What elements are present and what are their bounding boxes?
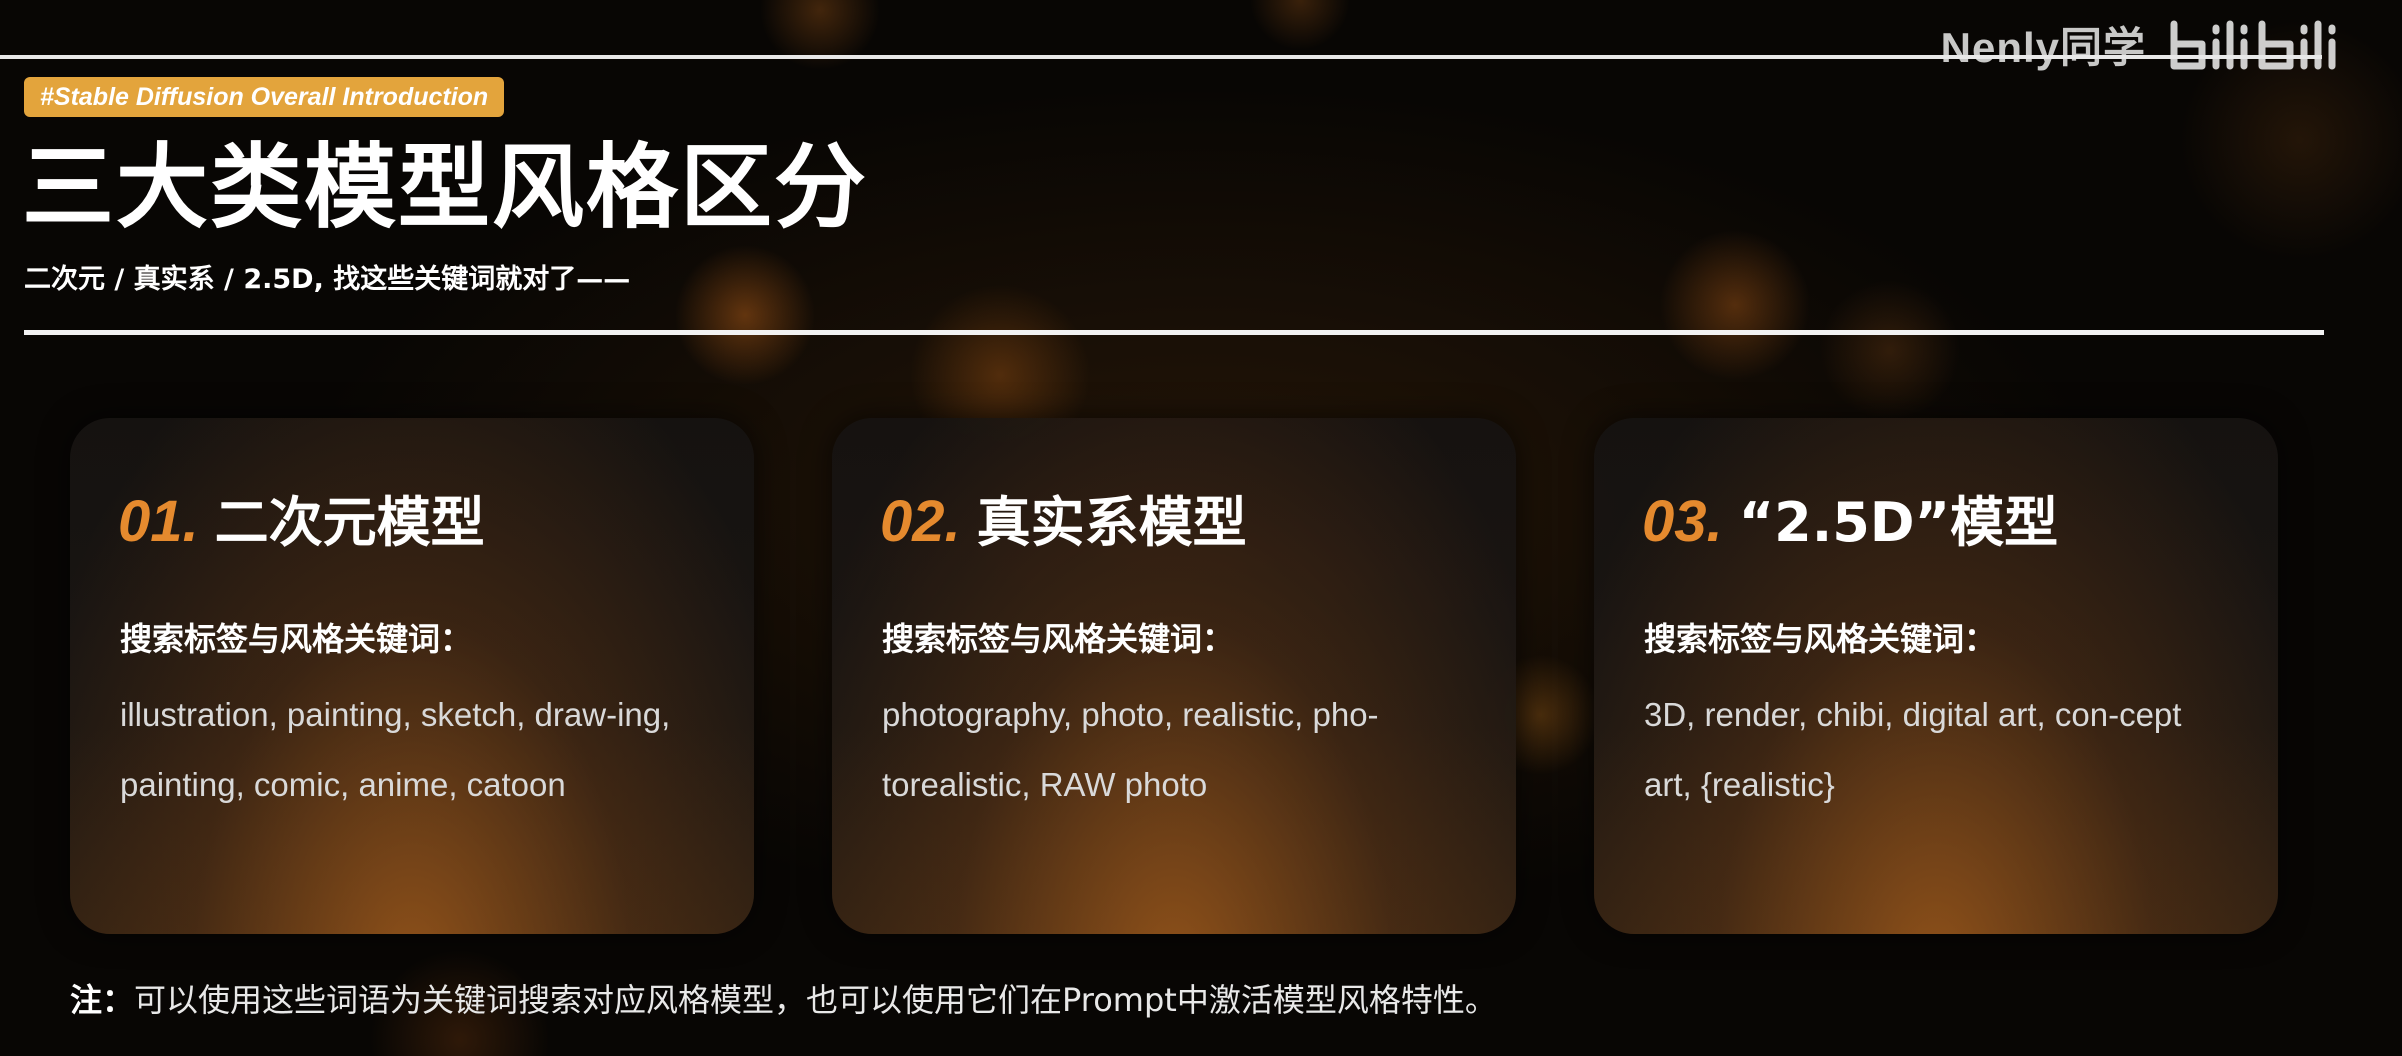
top-divider (0, 55, 2322, 59)
card-anime-model: 01. 二次元模型 搜索标签与风格关键词： illustration, pain… (70, 418, 754, 934)
card-header: 03. “2.5D”模型 (1642, 478, 2058, 557)
card-number: 02. (880, 489, 961, 554)
card-title: 真实系模型 (976, 491, 1247, 554)
slide-subtitle: 二次元 / 真实系 / 2.5D, 找这些关键词就对了—— (24, 264, 631, 295)
watermark: Nenly同学 (1941, 14, 2354, 75)
model-cards: 01. 二次元模型 搜索标签与风格关键词： illustration, pain… (70, 418, 2278, 934)
card-number: 03. (1642, 489, 1723, 554)
card-2-5d-model: 03. “2.5D”模型 搜索标签与风格关键词： 3D, render, chi… (1594, 418, 2278, 934)
card-realistic-model: 02. 真实系模型 搜索标签与风格关键词： photography, photo… (832, 418, 1516, 934)
footnote-label: 注： (70, 981, 135, 1019)
watermark-text: Nenly同学 (1940, 24, 2146, 71)
card-keywords-label: 搜索标签与风格关键词： (1644, 620, 1997, 658)
slide-title: 三大类模型风格区分 (22, 134, 869, 241)
card-number: 01. (118, 489, 199, 554)
card-header: 01. 二次元模型 (118, 478, 485, 557)
footnote-text: 可以使用这些词语为关键词搜索对应风格模型，也可以使用它们在Prompt中激活模型… (134, 981, 1497, 1019)
card-keywords: photography, photo, realistic, pho-torea… (882, 696, 1379, 803)
card-keywords-label: 搜索标签与风格关键词： (120, 620, 473, 658)
header-divider (24, 330, 2324, 335)
card-title: “2.5D”模型 (1738, 491, 2059, 554)
bilibili-logo-icon (2170, 20, 2336, 69)
card-header: 02. 真实系模型 (880, 478, 1247, 557)
card-title: 二次元模型 (214, 491, 485, 554)
card-keywords: illustration, painting, sketch, draw-ing… (120, 696, 671, 803)
card-keywords: 3D, render, chibi, digital art, con-cept… (1644, 696, 2182, 803)
card-keywords-label: 搜索标签与风格关键词： (882, 620, 1235, 658)
section-tag: #Stable Diffusion Overall Introduction (24, 77, 505, 117)
footnote: 注：可以使用这些词语为关键词搜索对应风格模型，也可以使用它们在Prompt中激活… (70, 978, 1497, 1022)
